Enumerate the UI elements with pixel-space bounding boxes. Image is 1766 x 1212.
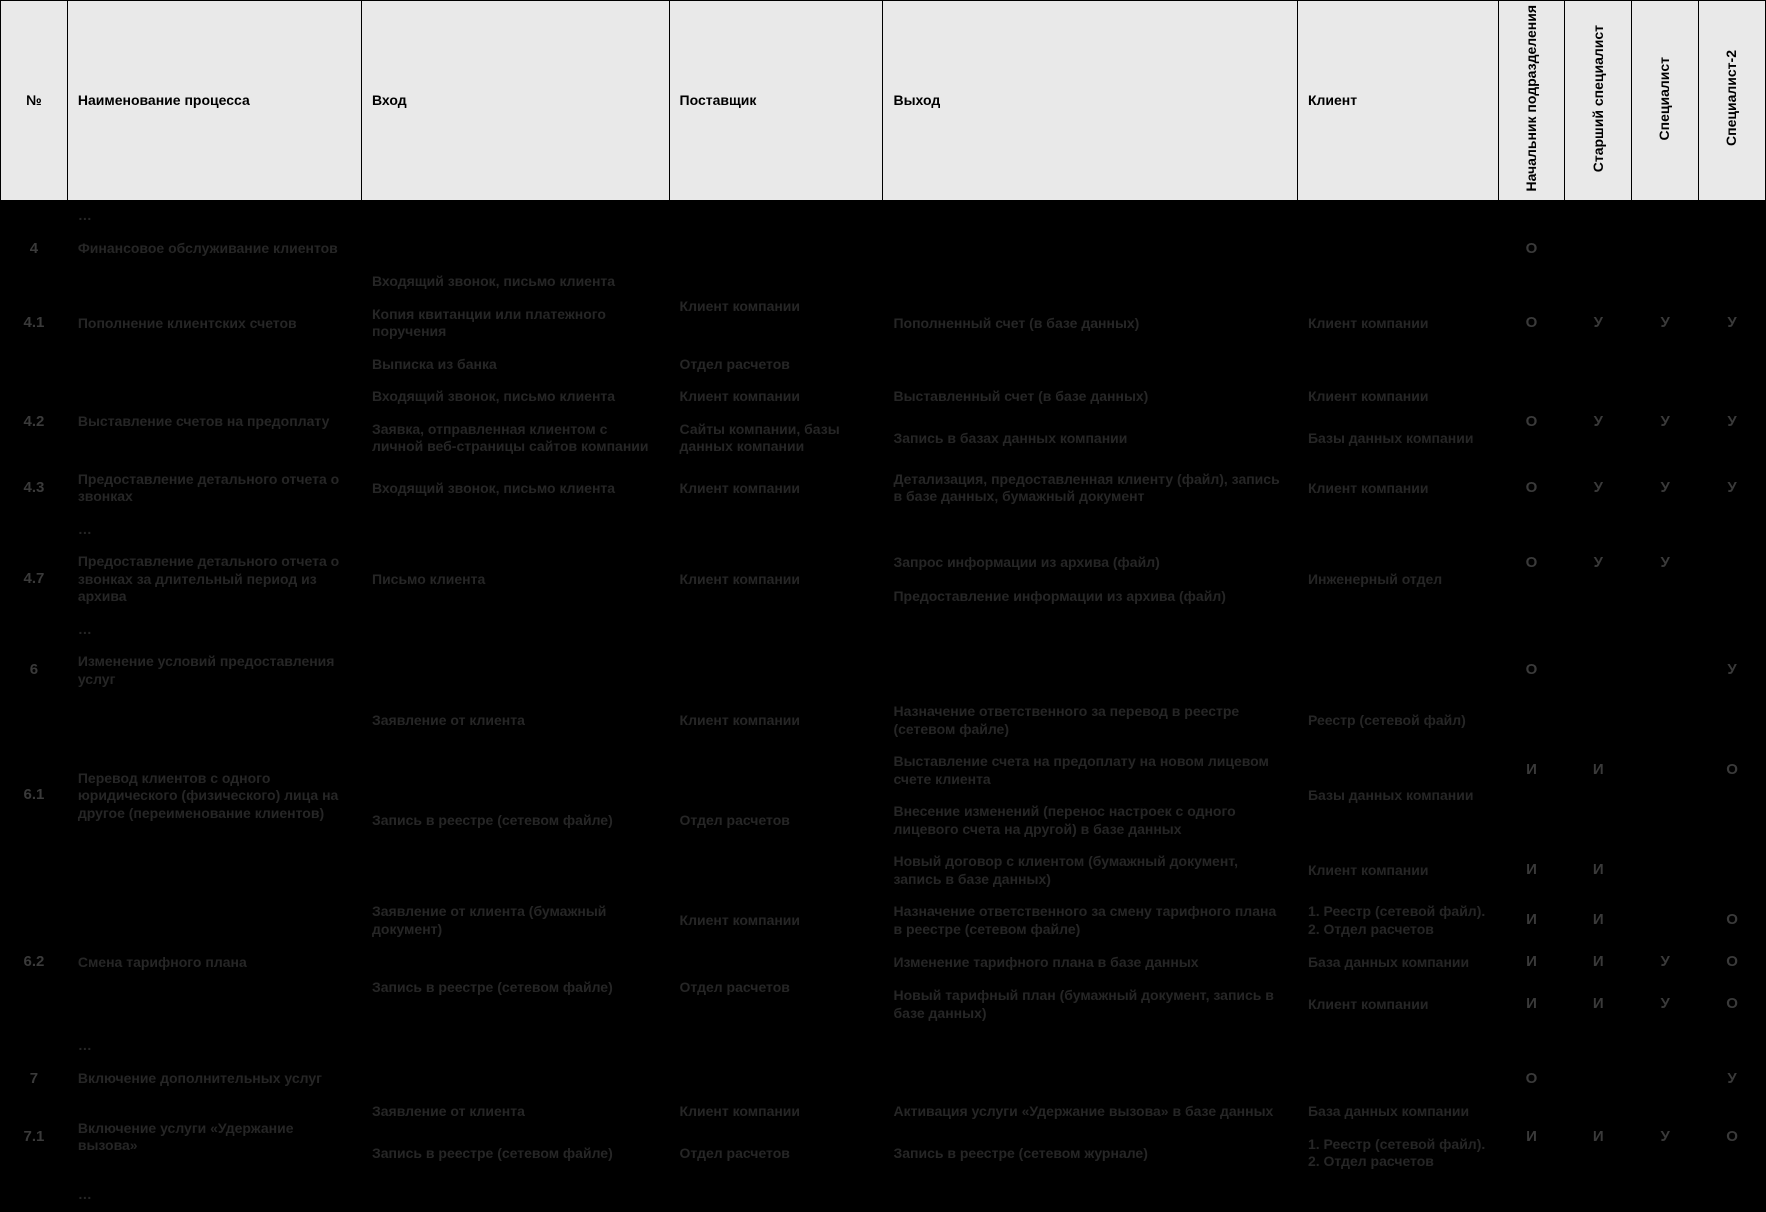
table-row: …: [1, 614, 1766, 647]
col-role3: Специалист: [1632, 1, 1699, 201]
table-row: 7 Включение дополнительных услуг ОУ: [1, 1063, 1766, 1097]
table-row: …: [1, 1031, 1766, 1064]
col-supplier: Поставщик: [669, 1, 883, 201]
table-row: 4.3 Предоставление детального отчета о з…: [1, 464, 1766, 514]
table-row: …: [1, 514, 1766, 547]
table-row: 6.2 Смена тарифного плана Заявление от к…: [1, 897, 1766, 947]
table-row: 6 Изменение условий предоставления услуг…: [1, 647, 1766, 697]
col-num: №: [1, 1, 68, 201]
table-row: 7.1 Включение услуги «Удержание вызова» …: [1, 1097, 1766, 1130]
process-table: № Наименование процесса Вход Поставщик В…: [0, 0, 1766, 1212]
col-role1: Начальник подразделения: [1498, 1, 1565, 201]
table-row: 4.2 Выставление счетов на предоплату Вхо…: [1, 382, 1766, 415]
table-row: …: [1, 201, 1766, 234]
col-input: Вход: [362, 1, 670, 201]
col-name: Наименование процесса: [67, 1, 361, 201]
col-output: Выход: [883, 1, 1298, 201]
table-row: …: [1, 1179, 1766, 1212]
table-row: 4.7 Предоставление детального отчета о з…: [1, 547, 1766, 581]
col-role2: Старший специалист: [1565, 1, 1632, 201]
col-role4: Специалист-2: [1699, 1, 1766, 201]
table-row: 6.1 Перевод клиентов с одного юридическо…: [1, 697, 1766, 747]
table-row: 4.1 Пополнение клиентских счетов Входящи…: [1, 267, 1766, 300]
col-client: Клиент: [1297, 1, 1498, 201]
table-row: 4 Финансовое обслуживание клиентов О: [1, 233, 1766, 267]
header-row: № Наименование процесса Вход Поставщик В…: [1, 1, 1766, 201]
